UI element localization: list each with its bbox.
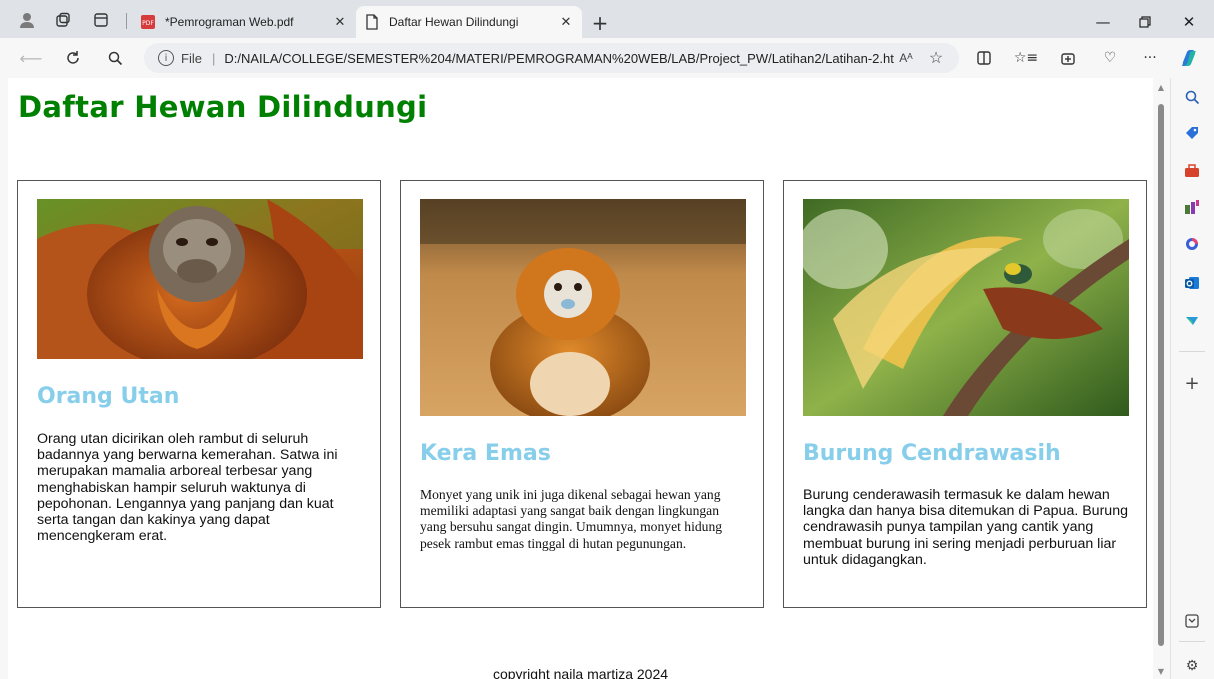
svg-text:PDF: PDF (142, 20, 154, 27)
favorites-icon[interactable]: ☆≡ (1014, 47, 1038, 69)
refresh-icon[interactable] (62, 47, 84, 69)
page-scrollbar[interactable]: ▲ ▼ (1153, 78, 1169, 679)
collections-icon[interactable] (1057, 47, 1079, 69)
orangutan-photo (37, 199, 363, 359)
address-separator: | (211, 50, 216, 66)
tab-title: Daftar Hewan Dilindungi (389, 15, 519, 29)
tab-daftar-hewan[interactable]: Daftar Hewan Dilindungi ✕ (356, 6, 582, 38)
edge-sidebar: + ⚙ (1170, 78, 1214, 679)
sidebar-divider (1179, 351, 1205, 352)
scroll-down-icon[interactable]: ▼ (1156, 666, 1166, 676)
animal-description: Orang utan dicirikan oleh rambut di selu… (37, 431, 338, 545)
games-icon[interactable] (1181, 196, 1203, 218)
animal-card: Kera Emas Monyet yang unik ini juga dike… (400, 180, 764, 608)
settings-gear-icon[interactable]: ⚙ (1181, 655, 1203, 677)
add-icon[interactable]: + (1181, 372, 1203, 394)
read-aloud-icon[interactable]: Aᴬ (895, 51, 917, 65)
hide-sidebar-icon[interactable] (1181, 610, 1203, 632)
animal-name: Orang Utan (37, 384, 180, 409)
restore-icon[interactable] (1130, 11, 1160, 33)
new-tab-icon[interactable]: + (589, 11, 611, 35)
tab-pdf[interactable]: PDF *Pemrograman Web.pdf ✕ (132, 6, 356, 38)
address-url[interactable]: D:/NAILA/COLLEGE/SEMESTER%204/MATERI/PEM… (224, 51, 895, 66)
minimize-icon[interactable]: — (1088, 11, 1118, 33)
tab-divider (126, 13, 127, 29)
tab-title: *Pemrograman Web.pdf (165, 15, 294, 29)
close-icon[interactable]: ✕ (556, 12, 576, 32)
animal-card: Orang Utan Orang utan dicirikan oleh ram… (17, 180, 381, 608)
page-title: Daftar Hewan Dilindungi (18, 90, 428, 124)
back-icon[interactable]: ⟵ (20, 47, 43, 69)
tab-actions-icon[interactable] (90, 9, 112, 31)
animal-description: Monyet yang unik ini juga dikenal sebaga… (420, 487, 723, 551)
search-icon[interactable] (104, 47, 126, 69)
close-icon[interactable]: ✕ (330, 12, 350, 32)
shopping-tag-icon[interactable] (1181, 122, 1203, 144)
close-window-icon[interactable]: ✕ (1174, 11, 1204, 33)
golden-monkey-photo (420, 199, 746, 416)
workspaces-icon[interactable] (52, 9, 74, 31)
scroll-up-icon[interactable]: ▲ (1156, 82, 1166, 92)
bird-of-paradise-photo (803, 199, 1129, 416)
animal-description: Burung cenderawasih termasuk ke dalam he… (803, 487, 1128, 568)
browser-essentials-icon[interactable]: ♡ (1099, 47, 1121, 69)
favorite-star-icon[interactable]: ☆ (925, 48, 947, 68)
document-icon (364, 14, 380, 30)
outlook-icon[interactable] (1181, 272, 1203, 294)
address-scheme: File (181, 50, 202, 66)
tools-icon[interactable] (1181, 160, 1203, 182)
tab-strip: PDF *Pemrograman Web.pdf ✕ Daftar Hewan … (0, 0, 1214, 38)
address-bar[interactable]: i File | D:/NAILA/COLLEGE/SEMESTER%204/M… (144, 43, 959, 73)
animal-card: Burung Cendrawasih Burung cenderawasih t… (783, 180, 1147, 608)
microsoft-365-icon[interactable] (1181, 233, 1203, 255)
more-options-icon[interactable]: ··· (1139, 47, 1161, 69)
split-screen-icon[interactable] (973, 47, 995, 69)
toolbar: ⟵ i File | D:/NAILA/COLLEGE/SEMESTER%204… (0, 38, 1214, 78)
profile-icon[interactable] (16, 9, 38, 31)
info-icon[interactable]: i (158, 50, 174, 66)
web-page: Daftar Hewan Dilindungi Orang Utan Orang… (8, 78, 1153, 679)
drop-icon[interactable] (1181, 310, 1203, 332)
copilot-icon[interactable] (1178, 47, 1200, 69)
sidebar-divider (1179, 641, 1205, 642)
animal-name: Burung Cendrawasih (803, 441, 1061, 466)
footer-copyright: copyright naila martiza 2024 (492, 666, 669, 679)
pdf-icon: PDF (140, 14, 156, 30)
animal-name: Kera Emas (420, 441, 551, 466)
search-icon[interactable] (1181, 86, 1203, 108)
scroll-thumb[interactable] (1158, 104, 1164, 646)
